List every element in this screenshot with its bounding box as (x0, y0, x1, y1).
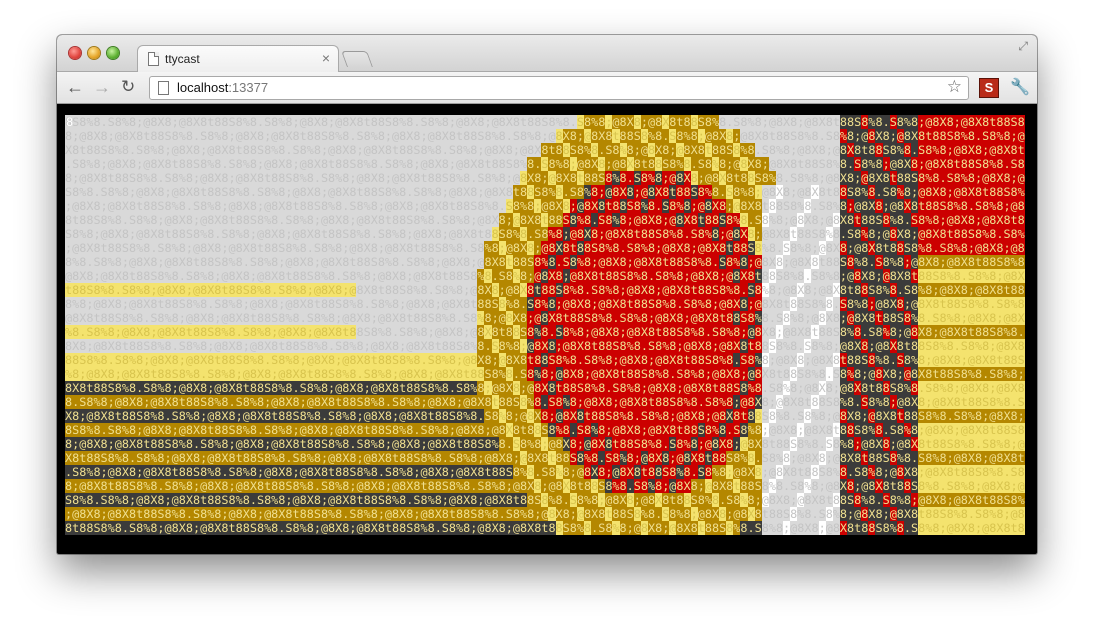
terminal-row: 8t88S8%8.S8%8;@8X8;@8X8t88S8%8.S8%8;@8X8… (65, 521, 1025, 535)
terminal-row: %8;@8X8;@8X8t88S8%8.S8%8;@8X8;@8X8t88S8%… (65, 367, 1025, 381)
terminal-row: S8%8.S8%8;@8X8;@8X8t88S8%8.S8%8;@8X8;@8X… (65, 185, 1025, 199)
url-text[interactable]: localhost:13377 (177, 80, 268, 95)
terminal-row: S8%8;@8X8;@8X8t88S8%8.S8%8;@8X8;@8X8t88S… (65, 227, 1025, 241)
terminal-row: @8X8t88S8%8.S8%8;@8X8;@8X8t88S8%8.S8%8;@… (65, 311, 1025, 325)
address-bar[interactable]: localhost:13377 ☆ (149, 76, 969, 100)
browser-window: ttycast × ⤢ ← → ↻ localhost:13377 ☆ S 🔧 … (57, 35, 1037, 554)
page-icon (158, 81, 169, 95)
terminal-row: .S8%8;@8X8;@8X8t88S8%8.S8%8;@8X8;@8X8t88… (65, 465, 1025, 479)
tab-ttycast[interactable]: ttycast × (137, 45, 339, 73)
extension-icon[interactable]: S (979, 78, 999, 98)
terminal-row: 8%8.S8%8;@8X8;@8X8t88S8%8.S8%8;@8X8;@8X8… (65, 255, 1025, 269)
terminal-row: ;@8X8;@8X8t88S8%8.S8%8;@8X8;@8X8t88S8%8.… (65, 199, 1025, 213)
terminal-row: %8.S8%8;@8X8;@8X8t88S8%8.S8%8;@8X8;@8X8t… (65, 325, 1025, 339)
terminal-row: X8t88S8%8.S8%8;@8X8;@8X8t88S8%8.S8%8;@8X… (65, 451, 1025, 465)
terminal-row: ;@8X8t88S8%8.S8%8;@8X8;@8X8t88S8%8.S8%8;… (65, 241, 1025, 255)
terminal-row: 8%8;@8X8;@8X8t88S8%8.S8%8;@8X8;@8X8t88S8… (65, 297, 1025, 311)
terminal-row: 8t88S8%8.S8%8;@8X8;@8X8t88S8%8.S8%8;@8X8… (65, 213, 1025, 227)
terminal-first-char: 8 (66, 115, 74, 129)
back-button[interactable]: ← (66, 77, 84, 97)
close-window-button[interactable] (69, 47, 81, 59)
new-tab-button[interactable] (341, 51, 373, 67)
terminal-row: 88S8%8.S8%8;@8X8;@8X8t88S8%8.S8%8;@8X8;@… (65, 353, 1025, 367)
terminal-row: X8;@8X8t88S8%8.S8%8;@8X8;@8X8t88S8%8.S8%… (65, 409, 1025, 423)
url-port: :13377 (228, 80, 269, 95)
terminal-row: 8;@8X8t88S8%8.S8%8;@8X8;@8X8t88S8%8.S8%8… (65, 171, 1025, 185)
terminal-row: @8X8;@8X8t88S8%8.S8%8;@8X8;@8X8t88S8%8.S… (65, 269, 1025, 283)
ascii-art-output: 8 S8%8.S8%8;@8X8;@8X8t88S8%8.S8%8;@8X8;@8… (65, 115, 1025, 536)
terminal-row: 8S8%8.S8%8;@8X8;@8X8t88S8%8.S8%8;@8X8;@8… (65, 423, 1025, 437)
terminal-row: 8;@8X8;@8X8t88S8%8.S8%8;@8X8;@8X8t88S8%8… (65, 129, 1025, 143)
terminal-row: 8X8t88S8%8.S8%8;@8X8;@8X8t88S8%8.S8%8;@8… (65, 381, 1025, 395)
wrench-menu-icon[interactable]: 🔧 (1010, 77, 1030, 97)
forward-button[interactable]: → (93, 77, 111, 97)
terminal-row: 8;@8X8t88S8%8.S8%8;@8X8;@8X8t88S8%8.S8%8… (65, 479, 1025, 493)
zoom-window-button[interactable] (107, 47, 119, 59)
title-bar: ttycast × ⤢ (57, 35, 1037, 73)
fullscreen-icon[interactable]: ⤢ (1018, 39, 1028, 54)
reload-button[interactable]: ↻ (121, 77, 135, 97)
terminal-row: 8.S8%8;@8X8;@8X8t88S8%8.S8%8;@8X8;@8X8t8… (65, 395, 1025, 409)
terminal-row: .S8%8;@8X8;@8X8t88S8%8.S8%8;@8X8;@8X8t88… (65, 157, 1025, 171)
terminal-row: 8S8%8.S8%8;@8X8;@8X8t88S8%8.S8%8;@8X8;@8… (65, 115, 1025, 129)
terminal-row: 8X8;@8X8t88S8%8.S8%8;@8X8;@8X8t88S8%8.S8… (65, 339, 1025, 353)
page-icon (148, 52, 159, 66)
terminal-viewport[interactable]: 8 S8%8.S8%8;@8X8;@8X8t88S8%8.S8%8;@8X8;@8… (65, 115, 1025, 536)
terminal-row: ;@8X8;@8X8t88S8%8.S8%8;@8X8;@8X8t88S8%8.… (65, 507, 1025, 521)
browser-toolbar: ← → ↻ localhost:13377 ☆ S 🔧 (57, 72, 1037, 104)
bookmark-star-icon[interactable]: ☆ (947, 77, 962, 97)
terminal-row: 8;@8X8;@8X8t88S8%8.S8%8;@8X8;@8X8t88S8%8… (65, 437, 1025, 451)
url-host: localhost (177, 80, 229, 95)
terminal-row: t88S8%8.S8%8;@8X8;@8X8t88S8%8.S8%8;@8X8;… (65, 283, 1025, 297)
terminal-row: S8%8.S8%8;@8X8;@8X8t88S8%8.S8%8;@8X8;@8X… (65, 493, 1025, 507)
tab-close-icon[interactable]: × (322, 50, 330, 66)
tab-title: ttycast (165, 52, 200, 66)
terminal-row: X8t88S8%8.S8%8;@8X8;@8X8t88S8%8.S8%8;@8X… (65, 143, 1025, 157)
minimize-window-button[interactable] (88, 47, 100, 59)
